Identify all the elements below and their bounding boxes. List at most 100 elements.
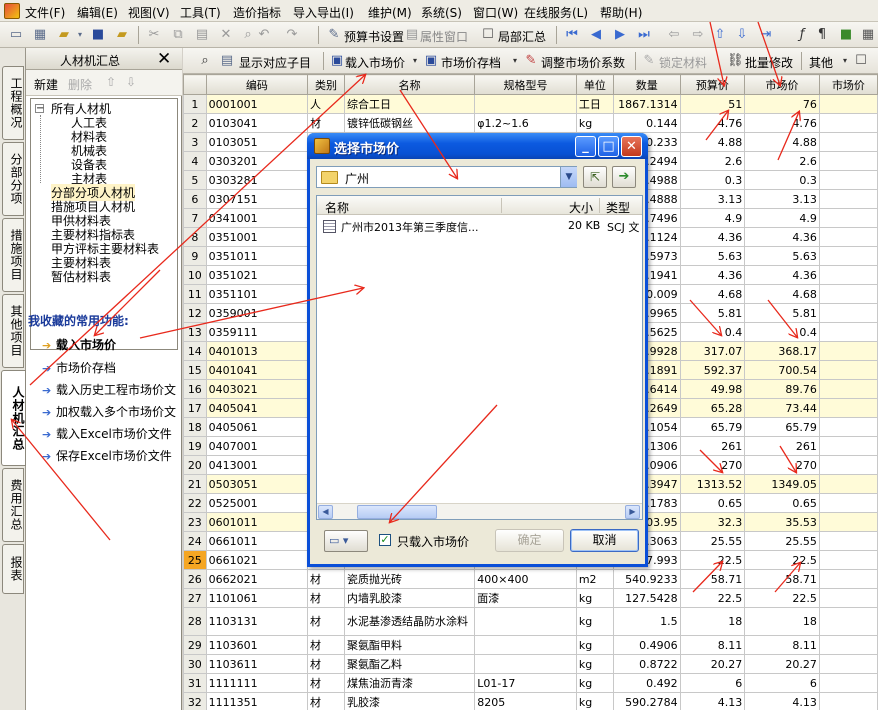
menu-window[interactable]: 窗口(W) <box>473 4 518 21</box>
grid-icon[interactable]: ▦ <box>860 27 876 43</box>
row-number[interactable]: 32 <box>183 692 207 710</box>
delete-icon[interactable]: ✕ <box>218 27 234 43</box>
go-arrow-icon[interactable]: ➔ <box>612 166 636 188</box>
close-icon[interactable]: ✕ <box>621 136 642 157</box>
menu-cost-index[interactable]: 造价指标 <box>233 4 281 21</box>
cell-budget[interactable]: 32.3 <box>679 512 746 532</box>
tab-measure-items[interactable]: 措施项目 <box>2 218 24 292</box>
row-number[interactable]: 17 <box>183 398 207 418</box>
cell-budget[interactable]: 4.36 <box>679 265 746 285</box>
cell-code[interactable]: 0307151 <box>205 189 309 209</box>
row-number[interactable]: 29 <box>183 635 207 655</box>
cell-market[interactable]: 3.13 <box>744 189 820 209</box>
cell-market[interactable]: 261 <box>744 436 820 456</box>
cell-code[interactable]: 0405061 <box>205 417 309 437</box>
table-row[interactable]: 29 1103601 材聚氨酯甲料 kg 0.4906 8.11 8.11 <box>183 635 878 655</box>
cell-budget[interactable]: 4.76 <box>679 113 746 133</box>
row-number[interactable]: 23 <box>183 512 207 532</box>
chevron-down-icon[interactable]: ▼ <box>560 167 577 187</box>
cell-name[interactable]: 镀锌低碳钢丝 <box>344 113 476 133</box>
cell-market-2[interactable] <box>818 398 878 418</box>
tab-other-items[interactable]: 其他项目 <box>2 294 24 368</box>
move-up-icon[interactable]: ⇧ <box>106 75 116 89</box>
fav-weighted-load[interactable]: ➔ 加权载入多个市场价文 <box>42 403 176 420</box>
cell-code[interactable]: 0359001 <box>205 303 309 323</box>
cell-cat[interactable]: 材 <box>307 673 346 693</box>
cell-budget[interactable]: 317.07 <box>679 341 746 361</box>
cell-budget[interactable]: 51 <box>679 94 746 114</box>
cell-spec[interactable] <box>474 635 577 655</box>
find-icon[interactable]: ⌕ <box>240 27 256 43</box>
cell-market[interactable]: 0.3 <box>744 170 820 190</box>
cell-market-2[interactable] <box>818 417 878 437</box>
cell-cat[interactable]: 材 <box>307 569 346 589</box>
cell-budget[interactable]: 49.98 <box>679 379 746 399</box>
cell-market-2[interactable] <box>818 588 878 608</box>
row-number[interactable]: 10 <box>183 265 207 285</box>
cell-market-2[interactable] <box>818 227 878 247</box>
cell-market[interactable]: 0.4 <box>744 322 820 342</box>
cell-code[interactable]: 0662021 <box>205 569 309 589</box>
cell-spec[interactable]: φ1.2~1.6 <box>474 113 577 133</box>
cell-market-2[interactable] <box>818 341 878 361</box>
cell-budget[interactable]: 6 <box>679 673 746 693</box>
table-row[interactable]: 31 1111111 材煤焦油沥青漆 L01-17 kg 0.492 6 6 <box>183 673 878 693</box>
table-row[interactable]: 32 1111351 材乳胶漆 8205 kg 590.2784 4.13 4.13 <box>183 692 878 710</box>
menu-edit[interactable]: 编辑(E) <box>77 4 118 21</box>
cell-code[interactable]: 0359111 <box>205 322 309 342</box>
cell-budget[interactable]: 25.55 <box>679 531 746 551</box>
cell-budget[interactable]: 2.6 <box>679 151 746 171</box>
cell-market-2[interactable] <box>818 189 878 209</box>
tab-labor-material-summary[interactable]: 人材机汇总 <box>1 370 26 466</box>
cell-spec[interactable]: 面漆 <box>474 588 577 608</box>
cell-qty[interactable]: 0.8722 <box>612 654 681 674</box>
cell-market[interactable]: 4.68 <box>744 284 820 304</box>
cell-market-2[interactable] <box>818 512 878 532</box>
show-sub-button[interactable]: 显示对应子目 <box>239 54 311 71</box>
cell-market[interactable]: 4.76 <box>744 113 820 133</box>
col-header-file-name[interactable]: 名称 <box>325 199 349 216</box>
cell-code[interactable]: 0351021 <box>205 265 309 285</box>
cell-qty[interactable]: 540.9233 <box>612 569 681 589</box>
tab-divisional-items[interactable]: 分部分项 <box>2 142 24 216</box>
tree-collapse-icon[interactable]: − <box>35 104 44 114</box>
cell-unit[interactable]: kg <box>575 673 614 693</box>
row-number[interactable]: 20 <box>183 455 207 475</box>
folder-up-icon[interactable]: ⇱ <box>583 166 607 188</box>
save-icon[interactable]: ■ <box>90 27 106 43</box>
menu-tools[interactable]: 工具(T) <box>180 4 221 21</box>
other-dropdown-icon[interactable]: ▾ <box>837 53 853 69</box>
cell-code[interactable]: 1103611 <box>205 654 309 674</box>
cell-market[interactable]: 20.27 <box>744 654 820 674</box>
cell-budget[interactable]: 4.36 <box>679 227 746 247</box>
cell-market[interactable]: 0.65 <box>744 493 820 513</box>
cell-code[interactable]: 0351001 <box>205 227 309 247</box>
cell-qty[interactable]: 1.5 <box>612 607 681 636</box>
cell-market[interactable]: 270 <box>744 455 820 475</box>
attr-window-button[interactable]: 属性窗口 <box>420 28 468 45</box>
cell-budget[interactable]: 5.81 <box>679 303 746 323</box>
arrow-down-icon[interactable]: ⇩ <box>734 27 750 43</box>
cell-market[interactable]: 22.5 <box>744 588 820 608</box>
cell-unit[interactable]: 工日 <box>575 94 614 114</box>
col-header-unit[interactable]: 单位 <box>575 74 614 95</box>
menu-maintain[interactable]: 维护(M) <box>368 4 412 21</box>
cell-market[interactable]: 65.79 <box>744 417 820 437</box>
fav-archive-market-price[interactable]: ➔ 市场价存档 <box>42 359 116 376</box>
col-header-code[interactable]: 编码 <box>205 74 309 95</box>
cell-market[interactable]: 76 <box>744 94 820 114</box>
cell-qty[interactable]: 0.4906 <box>612 635 681 655</box>
row-number[interactable]: 9 <box>183 246 207 266</box>
cell-code[interactable]: 0303281 <box>205 170 309 190</box>
binoculars-icon[interactable]: ⌕ <box>197 53 213 69</box>
cell-code[interactable]: 0413001 <box>205 455 309 475</box>
corner-cell[interactable] <box>183 74 207 95</box>
row-number[interactable]: 21 <box>183 474 207 494</box>
paragraph-icon[interactable]: ¶ <box>814 27 830 43</box>
row-number[interactable]: 19 <box>183 436 207 456</box>
row-number[interactable]: 13 <box>183 322 207 342</box>
col-header-name[interactable]: 名称 <box>344 74 476 95</box>
open-folder-icon[interactable]: ▰ <box>56 27 72 43</box>
row-number[interactable]: 18 <box>183 417 207 437</box>
cell-code[interactable]: 0351011 <box>205 246 309 266</box>
